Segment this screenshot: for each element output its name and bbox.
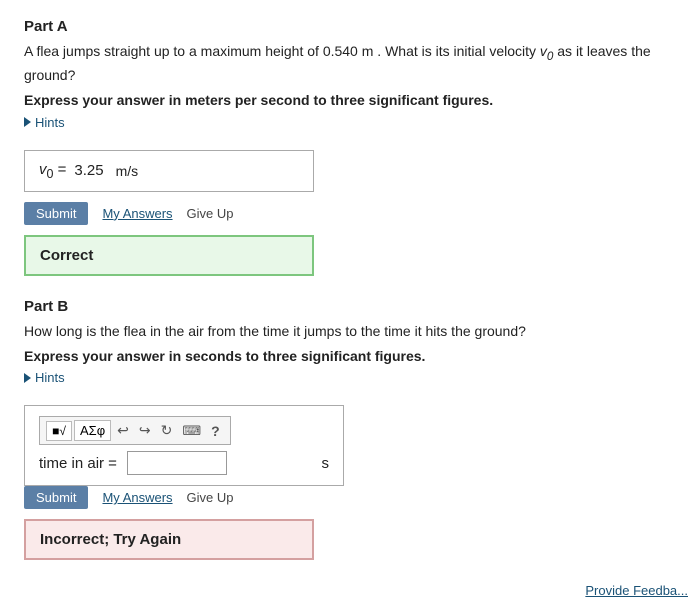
- toolbar-sqrt-button[interactable]: ■√: [46, 421, 72, 441]
- part-b-instruction: Express your answer in seconds to three …: [24, 348, 676, 364]
- part-a-v0-label: v0 =: [39, 161, 66, 181]
- toolbar-redo-icon[interactable]: ↪: [135, 420, 155, 441]
- part-b-answer-input[interactable]: [127, 451, 227, 475]
- part-a-instruction: Express your answer in meters per second…: [24, 92, 676, 108]
- part-a-result-label: Correct: [40, 247, 93, 264]
- part-a-submit-button[interactable]: Submit: [24, 202, 88, 225]
- part-a-question: A flea jumps straight up to a maximum he…: [24, 41, 676, 86]
- part-a-result-box: Correct: [24, 235, 314, 276]
- part-a-my-answers-link[interactable]: My Answers: [102, 206, 172, 221]
- part-a-hints-link[interactable]: Hints: [24, 115, 65, 130]
- math-toolbar: ■√ AΣφ ↩ ↪ ↻ ⌨ ?: [39, 416, 231, 445]
- part-a-unit: m/s: [116, 163, 139, 179]
- hints-b-triangle-icon: [24, 373, 31, 383]
- toolbar-undo-icon[interactable]: ↩: [113, 420, 133, 441]
- part-b-answer-box: ■√ AΣφ ↩ ↪ ↻ ⌨ ? time in air = s: [24, 405, 344, 486]
- toolbar-asigma-button[interactable]: AΣφ: [74, 420, 111, 441]
- v0-symbol: v0: [540, 43, 553, 59]
- part-b-give-up-link[interactable]: Give Up: [187, 490, 234, 505]
- part-b-title: Part B: [24, 298, 676, 315]
- part-b-my-answers-link[interactable]: My Answers: [102, 490, 172, 505]
- part-b-result-label: Incorrect; Try Again: [40, 531, 181, 548]
- part-b-hints-link[interactable]: Hints: [24, 370, 65, 385]
- part-b-question: How long is the flea in the air from the…: [24, 321, 676, 342]
- provide-feedback-link[interactable]: Provide Feedba...: [585, 583, 688, 598]
- part-a-title: Part A: [24, 18, 676, 35]
- page: Part A A flea jumps straight up to a max…: [0, 0, 700, 610]
- part-a-submit-row: Submit My Answers Give Up: [24, 202, 676, 225]
- part-b-answer-prefix: time in air =: [39, 455, 117, 472]
- part-b-answer-row: time in air = s: [39, 451, 329, 475]
- part-b-result-box: Incorrect; Try Again: [24, 519, 314, 560]
- part-b-unit: s: [322, 455, 330, 472]
- hints-triangle-icon: [24, 117, 31, 127]
- part-a-give-up-link[interactable]: Give Up: [187, 206, 234, 221]
- part-b-submit-button[interactable]: Submit: [24, 486, 88, 509]
- part-b-section: Part B How long is the flea in the air f…: [24, 298, 676, 561]
- toolbar-help-icon[interactable]: ?: [207, 421, 224, 441]
- toolbar-keyboard-icon[interactable]: ⌨: [178, 421, 205, 441]
- part-a-answer-value: 3.25: [74, 162, 103, 179]
- part-a-section: Part A A flea jumps straight up to a max…: [24, 18, 676, 276]
- part-a-answer-box: v0 = 3.25 m/s: [24, 150, 314, 192]
- part-b-submit-row: Submit My Answers Give Up: [24, 486, 676, 509]
- part-a-answer-row: v0 = 3.25 m/s: [39, 161, 299, 181]
- toolbar-refresh-icon[interactable]: ↻: [157, 420, 177, 441]
